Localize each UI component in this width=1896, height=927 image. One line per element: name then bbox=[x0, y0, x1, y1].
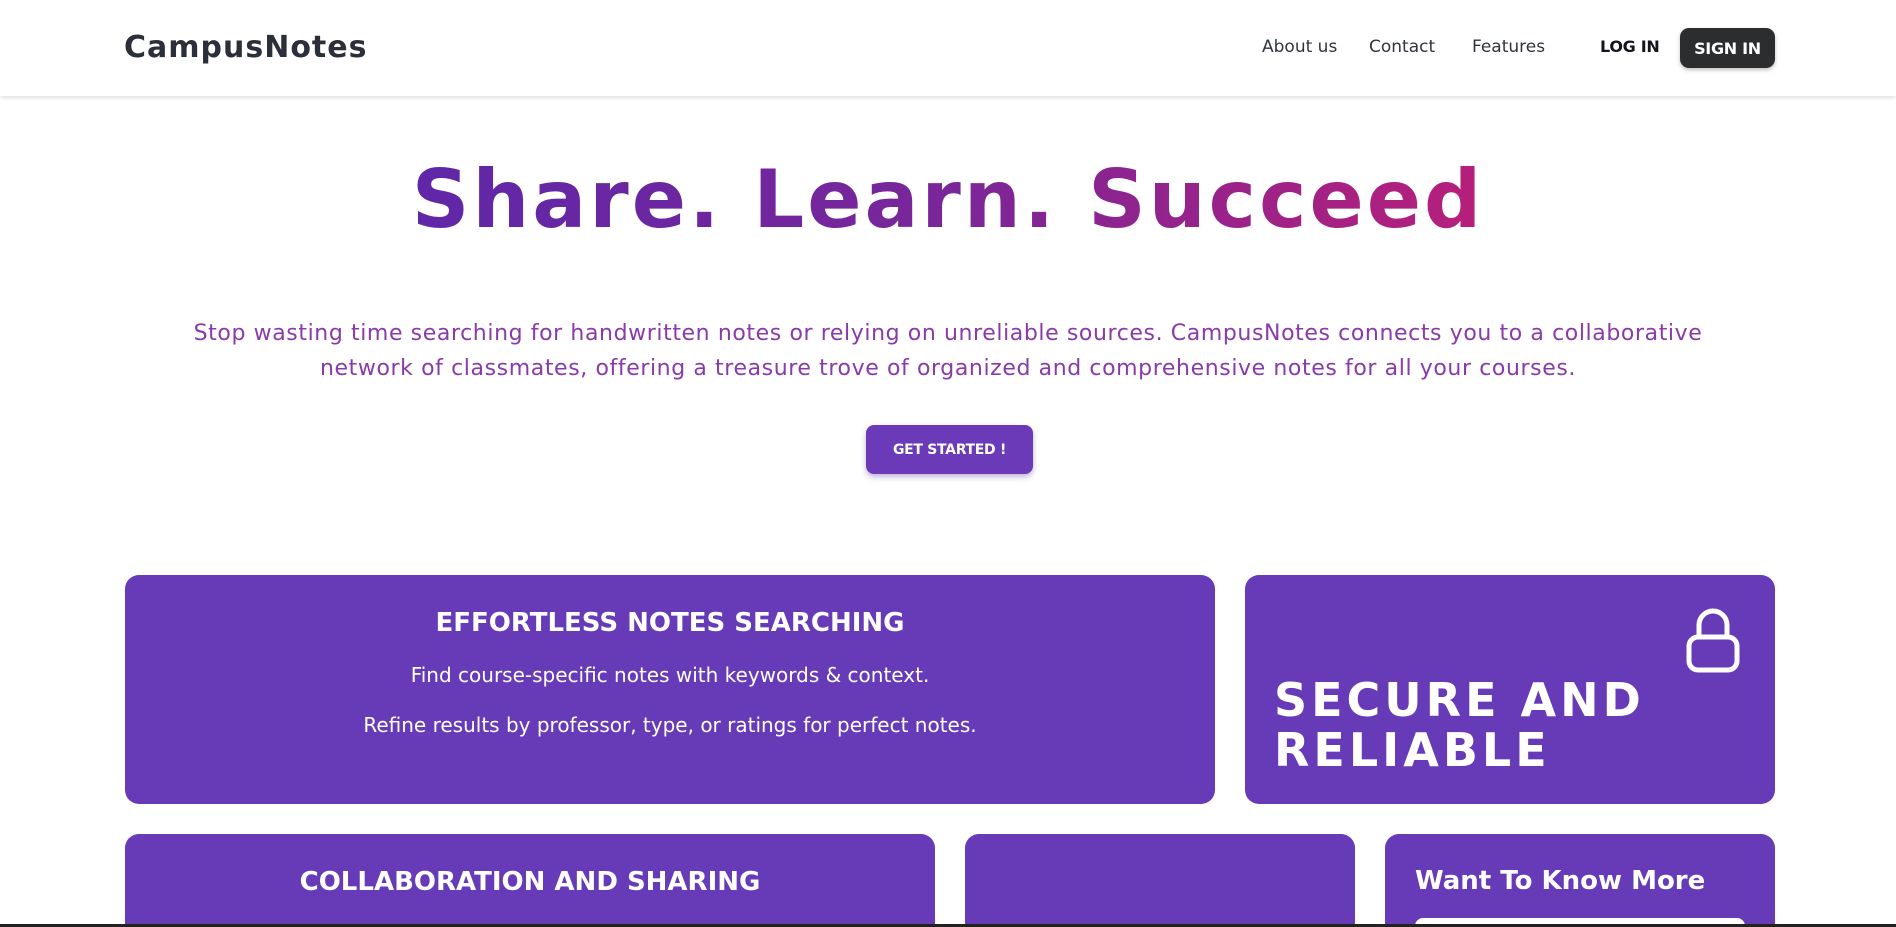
feature-search-line1: Find course-specific notes with keywords… bbox=[410, 663, 930, 687]
nav-link-contact[interactable]: Contact bbox=[1369, 37, 1435, 57]
feature-collab-title: COLLABORATION AND SHARING bbox=[299, 867, 761, 897]
brand-logo[interactable]: CampusNotes bbox=[124, 30, 367, 65]
nav-link-features[interactable]: Features bbox=[1472, 37, 1545, 57]
hero-title-text: Share. Learn. Succeed bbox=[411, 153, 1485, 246]
feature-secure-title-line2: RELIABLE bbox=[1274, 723, 1551, 777]
feature-card-know-more: Want To Know More bbox=[1385, 834, 1775, 927]
hero-subtitle: Stop wasting time searching for handwrit… bbox=[193, 321, 1703, 381]
lock-icon bbox=[1686, 608, 1740, 673]
hero-title: Share. Learn. Succeed bbox=[0, 150, 1896, 250]
get-started-button[interactable]: GET STARTED ! bbox=[866, 425, 1033, 474]
feature-card-empty bbox=[965, 834, 1355, 927]
feature-search-title: EFFORTLESS NOTES SEARCHING bbox=[435, 608, 905, 638]
feature-secure-title-line1: SECURE AND bbox=[1274, 673, 1645, 727]
feature-card-secure: SECURE AND RELIABLE bbox=[1245, 575, 1775, 804]
feature-card-search: EFFORTLESS NOTES SEARCHING Find course-s… bbox=[125, 575, 1215, 804]
know-more-title: Want To Know More bbox=[1415, 866, 1706, 896]
feature-card-collab: COLLABORATION AND SHARING bbox=[125, 834, 935, 927]
login-button[interactable]: LOG IN bbox=[1600, 37, 1660, 56]
top-navbar: CampusNotes About us Contact Features LO… bbox=[0, 0, 1896, 96]
feature-secure-title: SECURE AND RELIABLE bbox=[1274, 675, 1645, 775]
signin-button[interactable]: SIGN IN bbox=[1680, 28, 1775, 68]
feature-search-line2: Refine results by professor, type, or ra… bbox=[363, 713, 977, 737]
nav-link-about[interactable]: About us bbox=[1262, 37, 1337, 57]
